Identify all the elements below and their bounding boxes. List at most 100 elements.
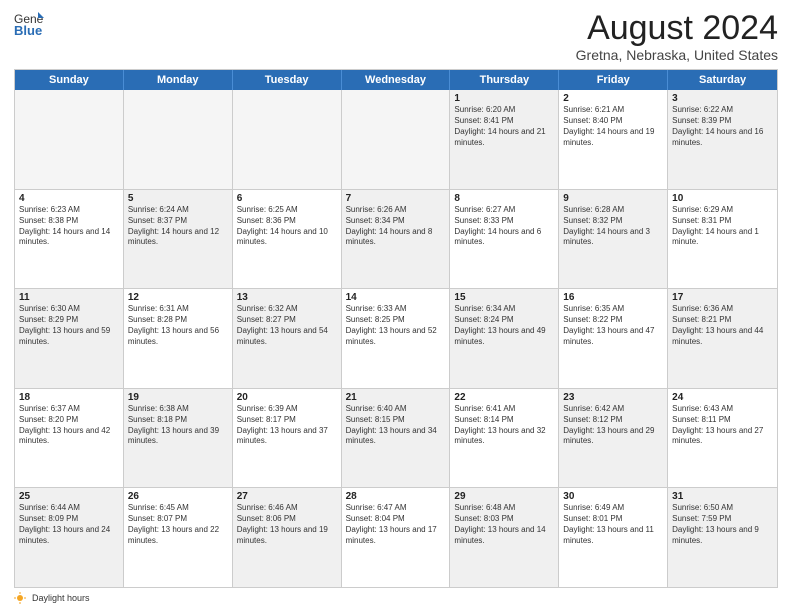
cal-cell-day-11: 11Sunrise: 6:30 AM Sunset: 8:29 PM Dayli… [15, 289, 124, 388]
cal-cell-day-12: 12Sunrise: 6:31 AM Sunset: 8:28 PM Dayli… [124, 289, 233, 388]
cell-sun-info: Sunrise: 6:44 AM Sunset: 8:09 PM Dayligh… [19, 503, 119, 546]
cal-cell-day-6: 6Sunrise: 6:25 AM Sunset: 8:36 PM Daylig… [233, 190, 342, 289]
day-number: 29 [454, 491, 554, 502]
day-number: 9 [563, 193, 663, 204]
cell-sun-info: Sunrise: 6:32 AM Sunset: 8:27 PM Dayligh… [237, 304, 337, 347]
cal-cell-day-22: 22Sunrise: 6:41 AM Sunset: 8:14 PM Dayli… [450, 389, 559, 488]
day-number: 25 [19, 491, 119, 502]
day-number: 2 [563, 93, 663, 104]
cell-sun-info: Sunrise: 6:43 AM Sunset: 8:11 PM Dayligh… [672, 404, 773, 447]
day-number: 11 [19, 292, 119, 303]
sun-icon [14, 592, 26, 604]
cal-cell-day-23: 23Sunrise: 6:42 AM Sunset: 8:12 PM Dayli… [559, 389, 668, 488]
cal-cell-day-29: 29Sunrise: 6:48 AM Sunset: 8:03 PM Dayli… [450, 488, 559, 587]
day-number: 26 [128, 491, 228, 502]
cal-cell-day-27: 27Sunrise: 6:46 AM Sunset: 8:06 PM Dayli… [233, 488, 342, 587]
day-number: 23 [563, 392, 663, 403]
day-number: 27 [237, 491, 337, 502]
cal-header-saturday: Saturday [668, 70, 777, 90]
day-number: 22 [454, 392, 554, 403]
cal-cell-day-4: 4Sunrise: 6:23 AM Sunset: 8:38 PM Daylig… [15, 190, 124, 289]
cell-sun-info: Sunrise: 6:36 AM Sunset: 8:21 PM Dayligh… [672, 304, 773, 347]
cell-sun-info: Sunrise: 6:21 AM Sunset: 8:40 PM Dayligh… [563, 105, 663, 148]
cal-header-tuesday: Tuesday [233, 70, 342, 90]
cell-sun-info: Sunrise: 6:49 AM Sunset: 8:01 PM Dayligh… [563, 503, 663, 546]
cal-cell-day-31: 31Sunrise: 6:50 AM Sunset: 7:59 PM Dayli… [668, 488, 777, 587]
cal-cell-day-20: 20Sunrise: 6:39 AM Sunset: 8:17 PM Dayli… [233, 389, 342, 488]
cal-header-wednesday: Wednesday [342, 70, 451, 90]
cal-cell-day-28: 28Sunrise: 6:47 AM Sunset: 8:04 PM Dayli… [342, 488, 451, 587]
day-number: 21 [346, 392, 446, 403]
cell-sun-info: Sunrise: 6:40 AM Sunset: 8:15 PM Dayligh… [346, 404, 446, 447]
cal-row-0: 1Sunrise: 6:20 AM Sunset: 8:41 PM Daylig… [15, 90, 777, 190]
cell-sun-info: Sunrise: 6:24 AM Sunset: 8:37 PM Dayligh… [128, 205, 228, 248]
cell-sun-info: Sunrise: 6:41 AM Sunset: 8:14 PM Dayligh… [454, 404, 554, 447]
cal-cell-empty [15, 90, 124, 189]
day-number: 12 [128, 292, 228, 303]
day-number: 13 [237, 292, 337, 303]
cell-sun-info: Sunrise: 6:34 AM Sunset: 8:24 PM Dayligh… [454, 304, 554, 347]
cell-sun-info: Sunrise: 6:37 AM Sunset: 8:20 PM Dayligh… [19, 404, 119, 447]
cal-cell-day-3: 3Sunrise: 6:22 AM Sunset: 8:39 PM Daylig… [668, 90, 777, 189]
cal-row-2: 11Sunrise: 6:30 AM Sunset: 8:29 PM Dayli… [15, 289, 777, 389]
cal-cell-day-16: 16Sunrise: 6:35 AM Sunset: 8:22 PM Dayli… [559, 289, 668, 388]
cell-sun-info: Sunrise: 6:46 AM Sunset: 8:06 PM Dayligh… [237, 503, 337, 546]
cal-cell-day-13: 13Sunrise: 6:32 AM Sunset: 8:27 PM Dayli… [233, 289, 342, 388]
cell-sun-info: Sunrise: 6:30 AM Sunset: 8:29 PM Dayligh… [19, 304, 119, 347]
cal-cell-day-10: 10Sunrise: 6:29 AM Sunset: 8:31 PM Dayli… [668, 190, 777, 289]
cal-header-monday: Monday [124, 70, 233, 90]
day-number: 6 [237, 193, 337, 204]
cell-sun-info: Sunrise: 6:29 AM Sunset: 8:31 PM Dayligh… [672, 205, 773, 248]
day-number: 16 [563, 292, 663, 303]
cal-cell-empty [342, 90, 451, 189]
title-block: August 2024 Gretna, Nebraska, United Sta… [576, 10, 778, 63]
day-number: 4 [19, 193, 119, 204]
cal-cell-day-17: 17Sunrise: 6:36 AM Sunset: 8:21 PM Dayli… [668, 289, 777, 388]
cal-header-thursday: Thursday [450, 70, 559, 90]
cal-cell-empty [124, 90, 233, 189]
day-number: 5 [128, 193, 228, 204]
logo: General Blue [14, 10, 44, 38]
day-number: 30 [563, 491, 663, 502]
cal-cell-day-8: 8Sunrise: 6:27 AM Sunset: 8:33 PM Daylig… [450, 190, 559, 289]
page: General Blue August 2024 Gretna, Nebrask… [0, 0, 792, 612]
calendar-body: 1Sunrise: 6:20 AM Sunset: 8:41 PM Daylig… [15, 90, 777, 587]
cal-cell-day-9: 9Sunrise: 6:28 AM Sunset: 8:32 PM Daylig… [559, 190, 668, 289]
cell-sun-info: Sunrise: 6:50 AM Sunset: 7:59 PM Dayligh… [672, 503, 773, 546]
cal-cell-day-15: 15Sunrise: 6:34 AM Sunset: 8:24 PM Dayli… [450, 289, 559, 388]
header: General Blue August 2024 Gretna, Nebrask… [14, 10, 778, 63]
daylight-label: Daylight hours [32, 593, 90, 603]
day-number: 31 [672, 491, 773, 502]
day-number: 7 [346, 193, 446, 204]
cal-row-1: 4Sunrise: 6:23 AM Sunset: 8:38 PM Daylig… [15, 190, 777, 290]
cal-cell-day-19: 19Sunrise: 6:38 AM Sunset: 8:18 PM Dayli… [124, 389, 233, 488]
cal-row-3: 18Sunrise: 6:37 AM Sunset: 8:20 PM Dayli… [15, 389, 777, 489]
day-number: 14 [346, 292, 446, 303]
cal-cell-day-14: 14Sunrise: 6:33 AM Sunset: 8:25 PM Dayli… [342, 289, 451, 388]
cell-sun-info: Sunrise: 6:28 AM Sunset: 8:32 PM Dayligh… [563, 205, 663, 248]
cell-sun-info: Sunrise: 6:25 AM Sunset: 8:36 PM Dayligh… [237, 205, 337, 248]
cal-cell-empty [233, 90, 342, 189]
month-year: August 2024 [576, 10, 778, 47]
cell-sun-info: Sunrise: 6:23 AM Sunset: 8:38 PM Dayligh… [19, 205, 119, 248]
cell-sun-info: Sunrise: 6:20 AM Sunset: 8:41 PM Dayligh… [454, 105, 554, 148]
cal-cell-day-21: 21Sunrise: 6:40 AM Sunset: 8:15 PM Dayli… [342, 389, 451, 488]
cal-cell-day-2: 2Sunrise: 6:21 AM Sunset: 8:40 PM Daylig… [559, 90, 668, 189]
cal-header-friday: Friday [559, 70, 668, 90]
cal-cell-day-24: 24Sunrise: 6:43 AM Sunset: 8:11 PM Dayli… [668, 389, 777, 488]
svg-text:Blue: Blue [14, 23, 42, 38]
cal-cell-day-7: 7Sunrise: 6:26 AM Sunset: 8:34 PM Daylig… [342, 190, 451, 289]
day-number: 28 [346, 491, 446, 502]
day-number: 24 [672, 392, 773, 403]
day-number: 18 [19, 392, 119, 403]
cell-sun-info: Sunrise: 6:39 AM Sunset: 8:17 PM Dayligh… [237, 404, 337, 447]
cal-cell-day-25: 25Sunrise: 6:44 AM Sunset: 8:09 PM Dayli… [15, 488, 124, 587]
cal-cell-day-26: 26Sunrise: 6:45 AM Sunset: 8:07 PM Dayli… [124, 488, 233, 587]
cal-header-sunday: Sunday [15, 70, 124, 90]
day-number: 8 [454, 193, 554, 204]
cell-sun-info: Sunrise: 6:48 AM Sunset: 8:03 PM Dayligh… [454, 503, 554, 546]
logo-icon: General Blue [14, 10, 44, 38]
cell-sun-info: Sunrise: 6:27 AM Sunset: 8:33 PM Dayligh… [454, 205, 554, 248]
day-number: 10 [672, 193, 773, 204]
cell-sun-info: Sunrise: 6:45 AM Sunset: 8:07 PM Dayligh… [128, 503, 228, 546]
